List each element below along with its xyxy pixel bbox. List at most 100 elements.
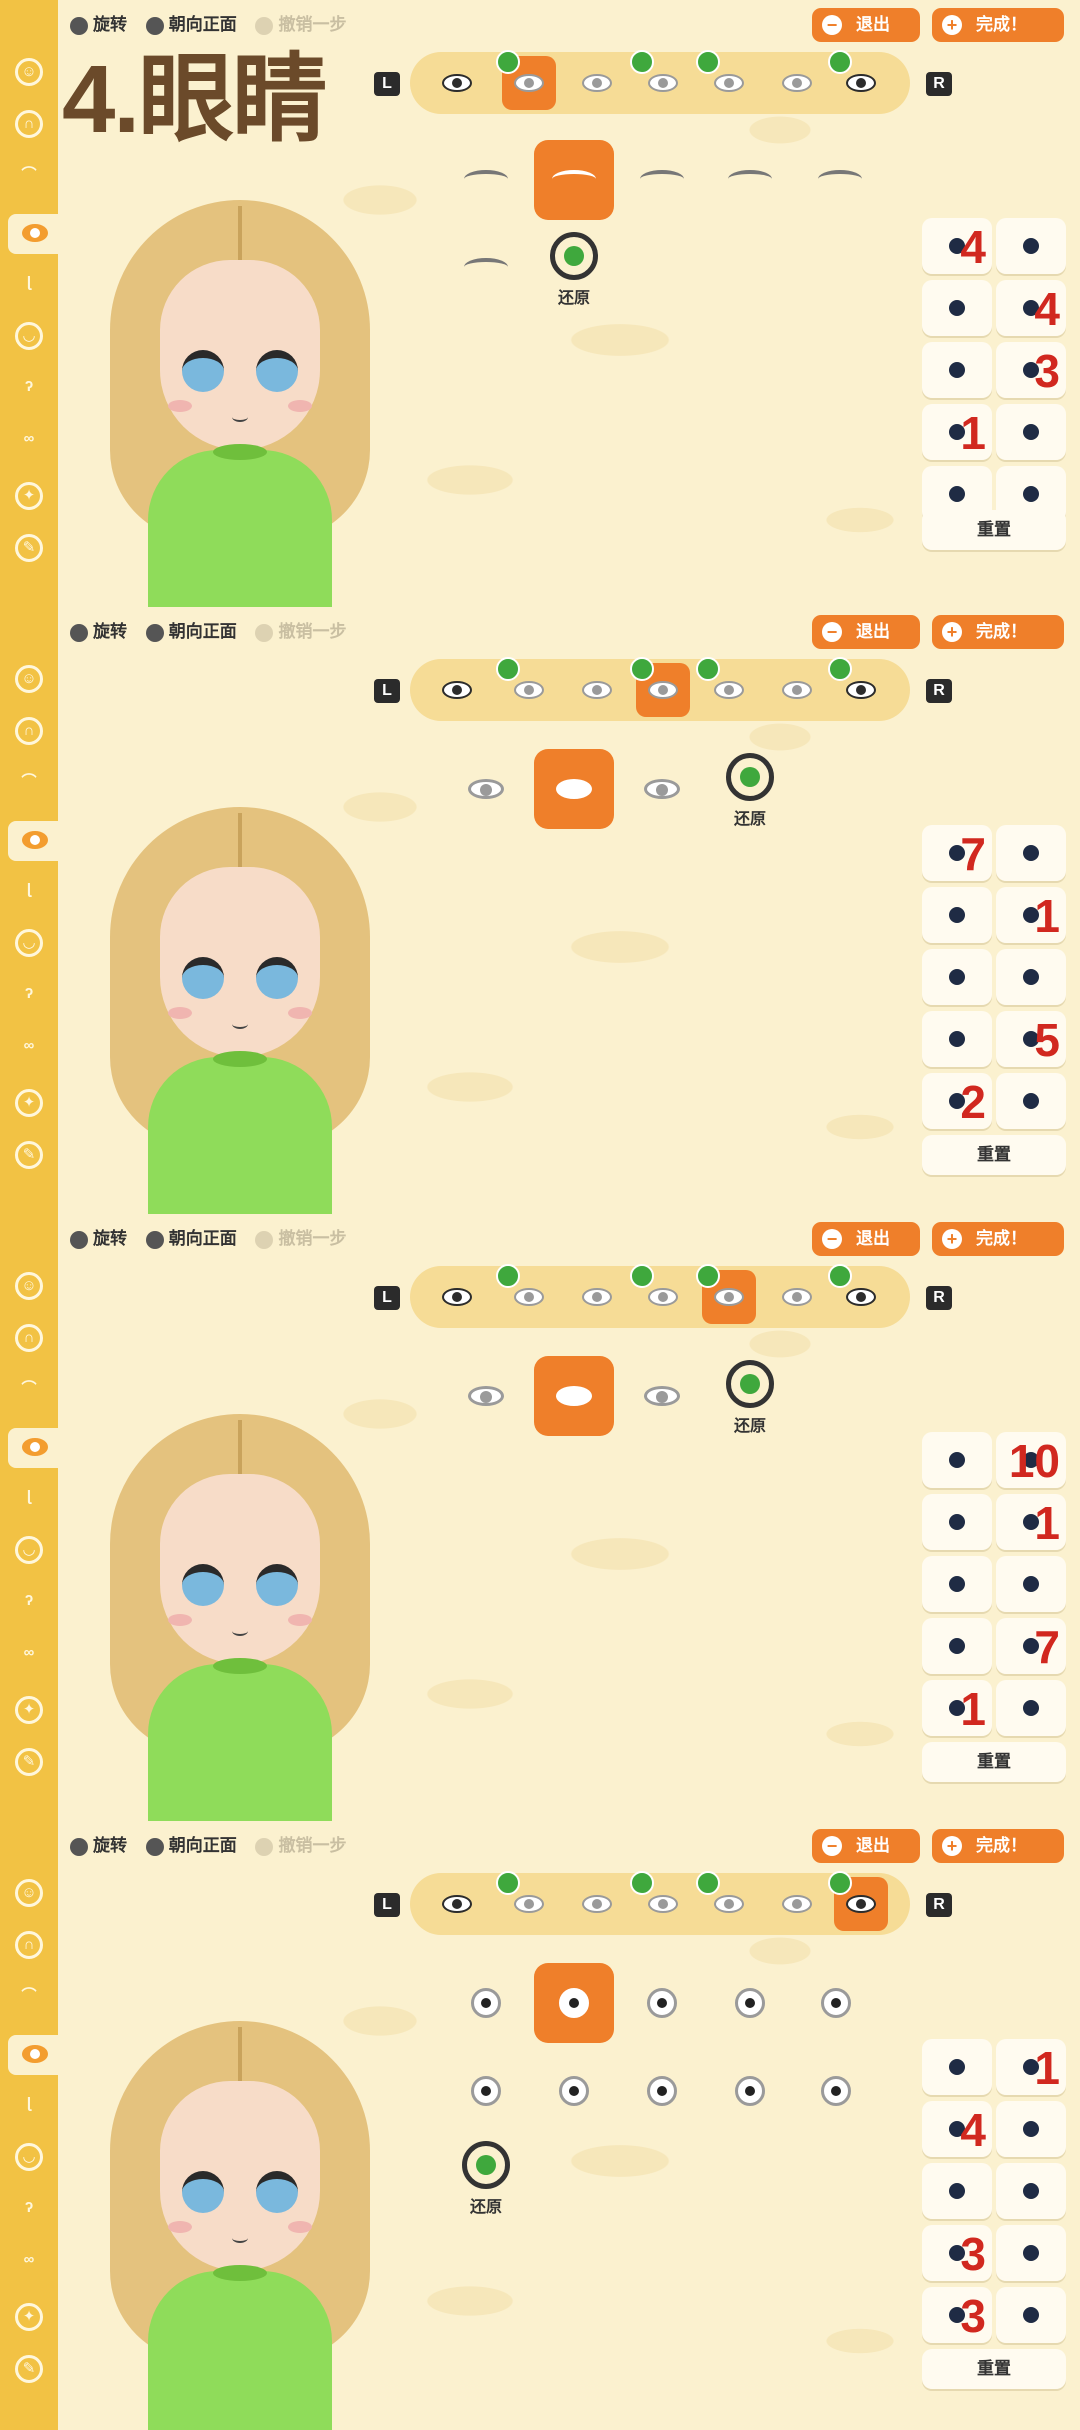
ear-icon[interactable]: ʔ [15,376,43,404]
eyelid-option-1[interactable] [446,749,526,829]
glasses-icon[interactable]: ∞ [15,1035,43,1063]
pupil-option-3[interactable] [622,1963,702,2043]
done-button[interactable]: + 完成！ [932,8,1064,42]
pupil-option-4[interactable] [710,1963,790,2043]
reset-button[interactable]: 重置 [922,1135,1066,1175]
glasses-icon[interactable]: ∞ [15,2249,43,2277]
tab-eyelash[interactable] [496,657,556,717]
tab-under-eye[interactable] [696,657,756,717]
eyelash-option-5[interactable] [800,140,880,220]
rotate-right-button[interactable] [996,949,1066,1005]
tab-eye-6[interactable] [770,1270,824,1324]
tab-eye-6[interactable] [770,1877,824,1931]
move-down-button[interactable] [922,1432,992,1488]
pupil-option-8[interactable] [622,2051,702,2131]
eyelash-option-3[interactable] [622,140,702,220]
done-button[interactable]: + 完成！ [932,1222,1064,1256]
tab-under-eye[interactable] [696,1264,756,1324]
rotate-left-button[interactable] [922,1556,992,1612]
done-button[interactable]: + 完成！ [932,1829,1064,1863]
tab-eyelash[interactable] [496,1264,556,1324]
brow-icon[interactable]: ⌒ [15,771,43,799]
nose-icon[interactable]: ɭ [15,1486,43,1514]
beard-icon[interactable]: ✎ [15,1748,43,1776]
under-eye-option-3[interactable] [622,1356,702,1436]
rotate-left-button[interactable] [922,342,992,398]
tab-eyelash[interactable] [496,1871,556,1931]
undo-button[interactable]: 撤销一步 [255,1224,346,1249]
nose-icon[interactable]: ɭ [15,879,43,907]
face-front-button[interactable]: 朝向正面 [145,10,237,35]
pupil-option-9[interactable] [710,2051,790,2131]
tab-eye-6[interactable] [770,56,824,110]
brow-icon[interactable]: ⌒ [15,1985,43,2013]
mouth-icon[interactable]: ◡ [15,322,43,350]
rotate-button[interactable]: 旋转 [70,10,127,35]
makeup-icon[interactable]: ✦ [15,2303,43,2331]
move-down-button[interactable]: 4 [922,218,992,274]
move-up-button[interactable] [996,825,1066,881]
restore-button[interactable]: 还原 [710,1360,790,1450]
exit-button[interactable]: − 退出 [812,1222,920,1256]
beard-icon[interactable]: ✎ [15,1141,43,1169]
left-bumper-icon[interactable]: L [374,679,400,703]
hair-icon[interactable]: ∩ [15,1931,43,1959]
glasses-icon[interactable]: ∞ [15,428,43,456]
restore-button[interactable]: 还原 [534,232,614,322]
left-bumper-icon[interactable]: L [374,1286,400,1310]
shrink-button[interactable]: 3 [922,2225,992,2281]
hair-icon[interactable]: ∩ [15,1324,43,1352]
tab-eye-3[interactable] [570,56,624,110]
reset-button[interactable]: 重置 [922,1742,1066,1782]
beard-icon[interactable]: ✎ [15,2355,43,2383]
reset-button[interactable]: 重置 [922,510,1066,550]
spacing-closer-button[interactable] [922,280,992,336]
pupil-option-7[interactable] [534,2051,614,2131]
exit-button[interactable]: − 退出 [812,8,920,42]
pupil-option-10[interactable] [796,2051,876,2131]
right-bumper-icon[interactable]: R [926,679,952,703]
restore-button[interactable]: 还原 [446,2141,526,2231]
rotate-right-button[interactable] [996,2163,1066,2219]
enlarge-button[interactable] [996,404,1066,460]
tab-under-eye[interactable] [696,50,756,110]
left-bumper-icon[interactable]: L [374,1893,400,1917]
spacing-farther-button[interactable]: 1 [996,887,1066,943]
tab-under-eye[interactable] [696,1871,756,1931]
move-down-button[interactable]: 7 [922,825,992,881]
brow-icon[interactable]: ⌒ [15,1378,43,1406]
nose-icon[interactable]: ɭ [15,272,43,300]
exit-button[interactable]: − 退出 [812,1829,920,1863]
glasses-icon[interactable]: ∞ [15,1642,43,1670]
stretch-button[interactable] [996,1680,1066,1736]
mouth-icon[interactable]: ◡ [15,1536,43,1564]
nose-icon[interactable]: ɭ [15,2093,43,2121]
face-icon[interactable]: ☺ [15,1272,43,1300]
rotate-left-button[interactable] [922,949,992,1005]
eye-tab-selected[interactable] [8,2035,62,2075]
move-up-button[interactable]: 10 [996,1432,1066,1488]
hair-icon[interactable]: ∩ [15,717,43,745]
done-button[interactable]: + 完成！ [932,615,1064,649]
stretch-button[interactable] [996,1073,1066,1129]
rotate-right-button[interactable]: 3 [996,342,1066,398]
spacing-closer-button[interactable] [922,1494,992,1550]
right-bumper-icon[interactable]: R [926,1286,952,1310]
eyelash-option-6[interactable] [446,228,526,308]
ear-icon[interactable]: ʔ [15,983,43,1011]
right-bumper-icon[interactable]: R [926,1893,952,1917]
spacing-farther-button[interactable] [996,2101,1066,2157]
hair-icon[interactable]: ∩ [15,110,43,138]
pupil-option-2[interactable] [534,1963,614,2043]
squash-button[interactable]: 3 [922,2287,992,2343]
rotate-button[interactable]: 旋转 [70,1224,127,1249]
pupil-option-6[interactable] [446,2051,526,2131]
enlarge-button[interactable] [996,2225,1066,2281]
eye-tab-selected[interactable] [8,1428,62,1468]
mouth-icon[interactable]: ◡ [15,929,43,957]
tab-eyelid[interactable] [630,657,690,717]
face-icon[interactable]: ☺ [15,665,43,693]
pupil-option-5[interactable] [796,1963,876,2043]
ear-icon[interactable]: ʔ [15,1590,43,1618]
right-bumper-icon[interactable]: R [926,72,952,96]
